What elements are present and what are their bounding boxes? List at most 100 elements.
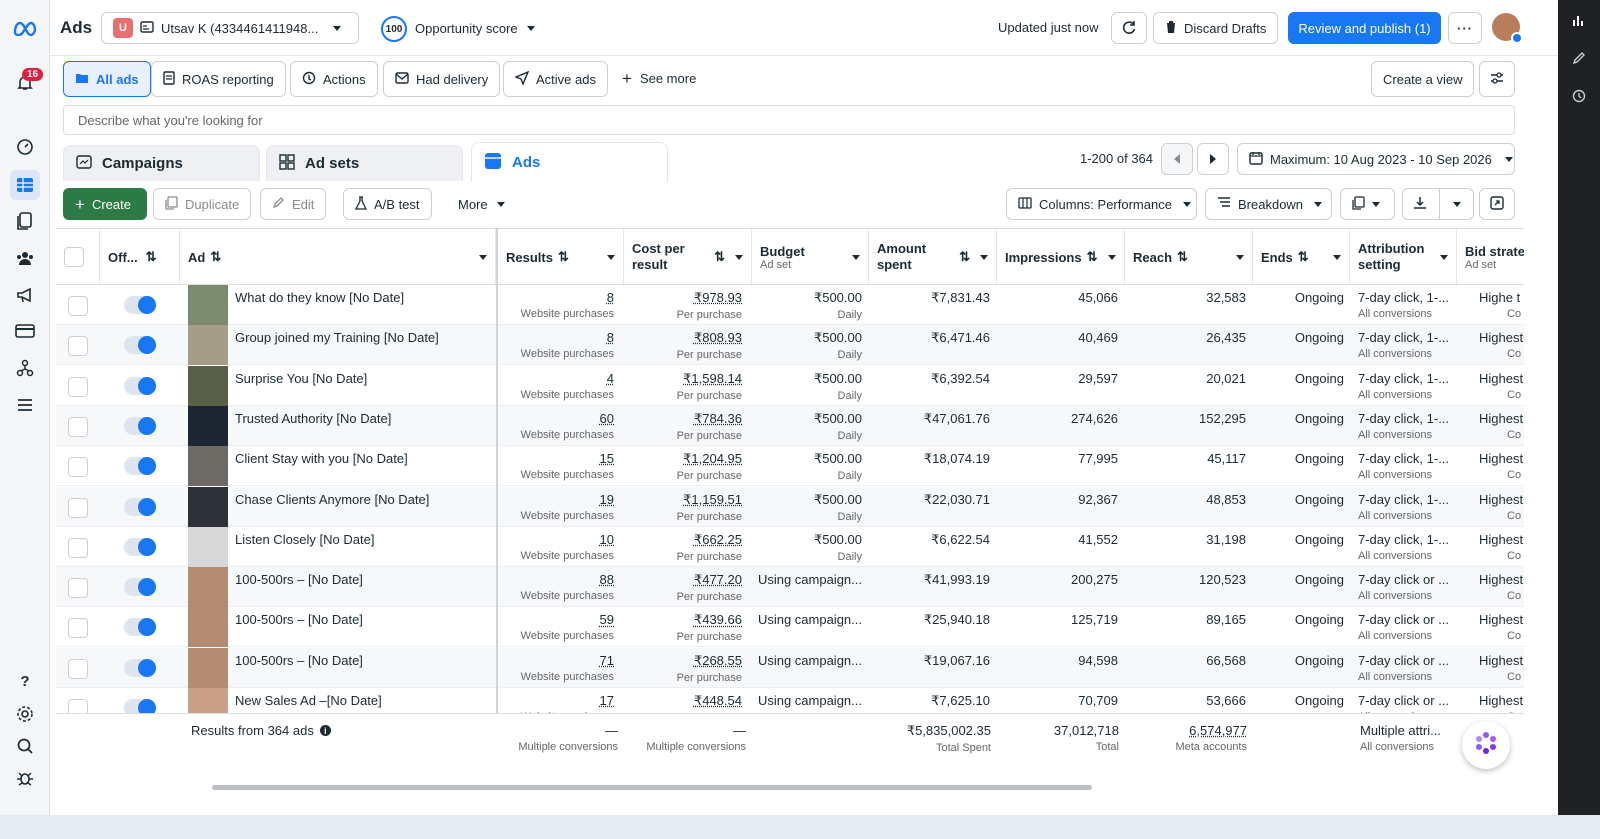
ad-thumbnail[interactable] — [188, 446, 228, 487]
create-button[interactable]: + Create — [63, 188, 147, 220]
tab-ads[interactable]: Ads — [471, 142, 668, 182]
ad-name[interactable]: Surprise You [No Date] — [235, 371, 367, 386]
row-checkbox[interactable] — [68, 296, 88, 316]
row-checkbox[interactable] — [68, 497, 88, 518]
ad-name[interactable]: What do they know [No Date] — [235, 290, 404, 305]
ad-status-toggle[interactable] — [124, 457, 156, 476]
opportunity-score-label[interactable]: Opportunity score — [415, 21, 518, 36]
campaign-megaphone-icon[interactable] — [10, 280, 40, 310]
dashboard-icon[interactable] — [10, 132, 40, 162]
col-off[interactable]: Off... ⇅ — [100, 229, 180, 285]
billing-card-icon[interactable] — [10, 316, 40, 346]
table-row[interactable]: New Sales Ad –[No Date] 17Website purchas… — [56, 688, 1524, 713]
ad-status-toggle[interactable] — [124, 376, 156, 395]
more-actions-dropdown[interactable]: More — [458, 197, 505, 212]
row-checkbox[interactable] — [68, 336, 88, 357]
create-view-button[interactable]: Create a view — [1371, 61, 1475, 97]
help-icon[interactable]: ? — [10, 666, 40, 696]
opportunity-chevron-icon[interactable] — [527, 26, 535, 31]
view-all-ads[interactable]: All ads — [63, 61, 151, 97]
discard-drafts-button[interactable]: Discard Drafts — [1153, 12, 1279, 44]
ad-status-toggle[interactable] — [124, 416, 156, 435]
col-cost-per-result[interactable]: Cost per result ⇅ — [624, 229, 752, 285]
ad-name[interactable]: 100-500rs – [No Date] — [235, 572, 363, 587]
col-impressions[interactable]: Impressions ⇅ — [997, 229, 1125, 285]
table-row[interactable]: Listen Closely [No Date] 10 Website purcha… — [56, 526, 1524, 567]
table-row[interactable]: Trusted Authority [No Date] 60 Website pur… — [56, 405, 1524, 446]
ad-thumbnail[interactable] — [188, 688, 228, 713]
table-row[interactable]: What do they know [No Date] 8 Website purc… — [56, 285, 1524, 325]
row-checkbox[interactable] — [68, 578, 88, 599]
row-checkbox[interactable] — [68, 699, 88, 713]
ad-status-toggle[interactable] — [124, 537, 156, 556]
expand-button[interactable] — [1479, 188, 1515, 220]
view-active-ads[interactable]: Active ads — [503, 61, 608, 97]
ad-status-toggle[interactable] — [124, 497, 156, 516]
ad-thumbnail[interactable] — [188, 647, 228, 688]
col-amount-spent[interactable]: Amount spent ⇅ — [869, 229, 997, 285]
ad-name[interactable]: Chase Clients Anymore [No Date] — [235, 492, 429, 507]
table-row[interactable]: 100-500rs – [No Date] 88 Website purchases… — [56, 567, 1524, 608]
row-checkbox[interactable] — [68, 376, 88, 397]
tab-campaigns[interactable]: Campaigns — [63, 145, 260, 181]
export-split-button[interactable] — [1402, 188, 1474, 220]
ad-thumbnail[interactable] — [188, 285, 228, 325]
view-had-delivery[interactable]: Had delivery — [383, 61, 501, 97]
col-attribution[interactable]: Attribution setting — [1350, 229, 1457, 285]
review-publish-button[interactable]: Review and publish (1) — [1288, 12, 1441, 44]
menu-icon[interactable] — [10, 390, 40, 420]
ad-name[interactable]: Listen Closely [No Date] — [235, 532, 374, 547]
table-row[interactable]: 100-500rs – [No Date] 71 Website purchases… — [56, 647, 1524, 688]
ad-thumbnail[interactable] — [188, 405, 228, 446]
search-input[interactable]: Describe what you're looking for — [63, 105, 1515, 135]
view-actions[interactable]: Actions — [290, 61, 378, 97]
ad-status-toggle[interactable] — [124, 618, 156, 637]
ad-status-toggle[interactable] — [124, 336, 156, 355]
row-checkbox[interactable] — [68, 457, 88, 478]
edit-button[interactable]: Edit — [260, 188, 327, 220]
ad-status-toggle[interactable] — [124, 578, 156, 597]
ad-thumbnail[interactable] — [188, 365, 228, 406]
row-checkbox[interactable] — [68, 537, 88, 558]
pages-icon[interactable] — [10, 206, 40, 236]
view-roas-reporting[interactable]: ROAS reporting — [151, 61, 286, 97]
date-range-picker[interactable]: Maximum: 10 Aug 2023 - 10 Sep 2026 — [1237, 143, 1515, 175]
table-row[interactable]: 100-500rs – [No Date] 59 Website purchases… — [56, 607, 1524, 648]
view-settings-button[interactable] — [1479, 61, 1515, 97]
see-more-views[interactable]: + See more — [622, 70, 696, 87]
ad-thumbnail[interactable] — [188, 486, 228, 527]
columns-dropdown[interactable]: Columns: Performance — [1006, 188, 1197, 220]
audiences-icon[interactable] — [10, 243, 40, 273]
bar-chart-icon[interactable] — [1569, 10, 1589, 30]
ad-name[interactable]: 100-500rs – [No Date] — [235, 612, 363, 627]
tab-ad-sets[interactable]: Ad sets — [266, 145, 463, 181]
bug-report-icon[interactable] — [10, 763, 40, 793]
meta-logo-icon[interactable] — [10, 13, 40, 43]
refresh-button[interactable] — [1111, 12, 1147, 44]
opportunity-score-gauge[interactable]: 100 — [381, 16, 407, 42]
col-results[interactable]: Results ⇅ — [496, 229, 624, 285]
ad-status-toggle[interactable] — [124, 699, 156, 713]
table-row[interactable]: Client Stay with you [No Date] 15 Website … — [56, 446, 1524, 487]
col-reach[interactable]: Reach ⇅ — [1125, 229, 1253, 285]
ai-assistant-button[interactable] — [1462, 721, 1510, 769]
table-row[interactable]: Surprise You [No Date] 4 Website purchases… — [56, 365, 1524, 406]
table-row[interactable]: Group joined my Training [No Date] 8 Websi… — [56, 325, 1524, 366]
history-clock-icon[interactable] — [1569, 86, 1589, 106]
ad-thumbnail[interactable] — [188, 526, 228, 567]
info-icon[interactable]: i — [319, 725, 331, 736]
next-page-button[interactable] — [1197, 143, 1229, 175]
col-ad[interactable]: Ad ⇅ — [180, 229, 496, 285]
reports-dropdown[interactable] — [1340, 188, 1395, 220]
row-checkbox[interactable] — [68, 618, 88, 639]
table-row[interactable]: Chase Clients Anymore [No Date] 19 Website… — [56, 486, 1524, 527]
previous-page-button[interactable] — [1161, 143, 1193, 175]
row-checkbox[interactable] — [68, 658, 88, 679]
duplicate-button[interactable]: Duplicate — [153, 188, 252, 220]
row-checkbox[interactable] — [68, 416, 88, 437]
ad-name[interactable]: Client Stay with you [No Date] — [235, 451, 408, 466]
business-tools-icon[interactable] — [10, 353, 40, 383]
breakdown-dropdown[interactable]: Breakdown — [1205, 188, 1332, 220]
ad-thumbnail[interactable] — [188, 567, 228, 608]
ad-name[interactable]: 100-500rs – [No Date] — [235, 653, 363, 668]
